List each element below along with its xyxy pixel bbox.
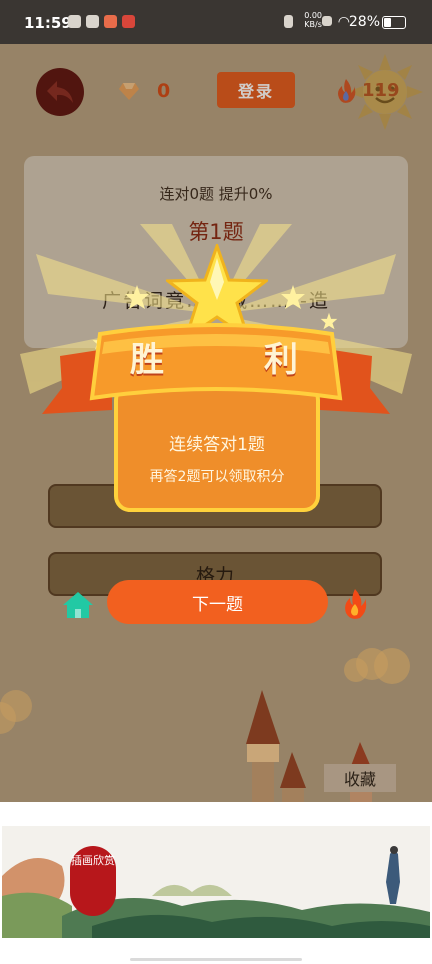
next-question-button[interactable]: 下一题	[107, 580, 328, 624]
ad-banner[interactable]: 插画欣赏	[0, 802, 432, 964]
quiz-game-screen: 0 登录 119 连对0题 提升0% 第1题 广告词竟……藏……--造 格力	[0, 44, 432, 802]
vibrate-icon	[284, 15, 293, 28]
small-star-icon	[125, 285, 149, 309]
victory-title: 胜 利	[130, 340, 300, 380]
status-bar: 11:59 0.00 KB/s ◠ 28%	[0, 0, 432, 44]
ad-stamp-label: 插画欣赏	[70, 846, 116, 916]
home-icon[interactable]	[62, 590, 94, 620]
landscape-painting	[2, 826, 430, 938]
flame-icon	[345, 589, 367, 619]
network-speed: 0.00 KB/s	[304, 11, 322, 29]
battery-percent: 28%	[348, 14, 380, 30]
battery-icon	[382, 16, 406, 29]
small-star-icon	[281, 285, 305, 309]
points-hint: 再答2题可以领取积分	[149, 469, 285, 485]
cloud-icon	[86, 15, 99, 28]
app-notification-icon	[122, 15, 135, 28]
status-time: 11:59	[24, 14, 72, 32]
weibo-icon	[104, 15, 117, 28]
gesture-home-indicator[interactable]	[130, 958, 302, 961]
notification-icon	[68, 15, 81, 28]
collect-button[interactable]: 收藏	[324, 764, 396, 792]
streak-message: 连续答对1题	[169, 435, 265, 455]
no-sim-icon	[322, 16, 332, 26]
